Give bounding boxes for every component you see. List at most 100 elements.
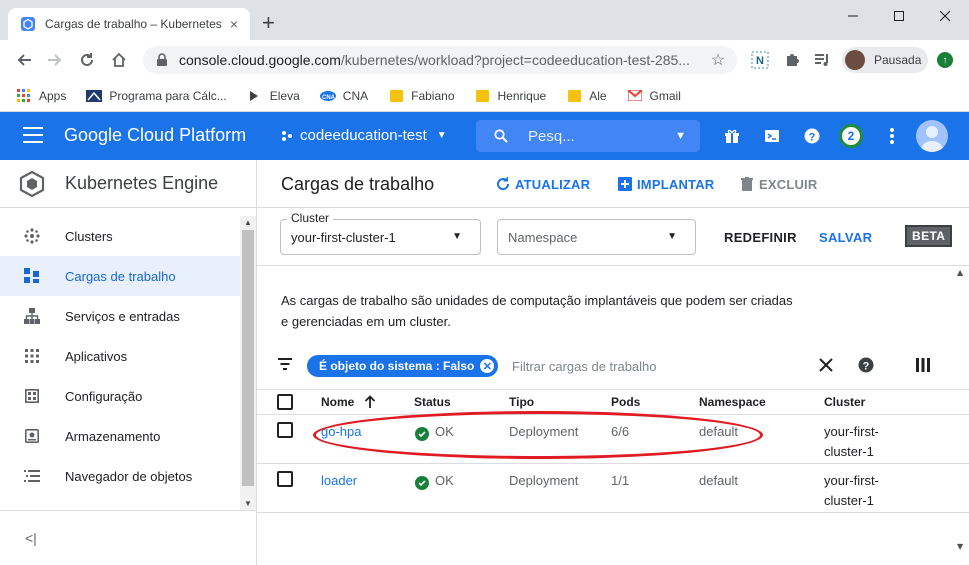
bookmark-gmail[interactable]: Gmail bbox=[627, 89, 681, 103]
scrollbar-thumb[interactable] bbox=[242, 230, 254, 486]
collapse-nav-button[interactable]: <| bbox=[0, 510, 256, 565]
forward-icon[interactable] bbox=[45, 50, 65, 70]
profile-button[interactable]: Pausada bbox=[842, 47, 928, 73]
storage-icon bbox=[24, 428, 40, 444]
row-checkbox[interactable] bbox=[277, 422, 293, 438]
sidebar-item-object-browser[interactable]: Navegador de objetos bbox=[0, 456, 240, 496]
status-cell: OK bbox=[415, 471, 454, 491]
deploy-label: IMPLANTAR bbox=[637, 176, 715, 192]
bookmark-cna[interactable]: CNA CNA bbox=[319, 89, 368, 103]
bookmark-label: Fabiano bbox=[411, 88, 455, 103]
folder-icon bbox=[388, 89, 404, 103]
browser-tab[interactable]: Cargas de trabalho – Kubernetes × bbox=[8, 8, 250, 40]
workload-name-link[interactable]: go-hpa bbox=[321, 422, 361, 442]
scroll-up-arrow-icon[interactable]: ▲ bbox=[244, 218, 252, 227]
cloud-shell-icon[interactable] bbox=[762, 126, 782, 146]
menu-hamburger-icon[interactable] bbox=[23, 127, 43, 145]
bookmark-ale[interactable]: Ale bbox=[566, 88, 607, 103]
bookmark-apps[interactable]: Apps bbox=[16, 88, 66, 103]
chip-close-icon[interactable]: ✕ bbox=[480, 359, 495, 373]
bookmark-fabiano[interactable]: Fabiano bbox=[388, 88, 455, 103]
sidebar-scrollbar[interactable]: ▲ ▼ bbox=[240, 216, 256, 510]
add-box-icon bbox=[617, 176, 633, 192]
sidebar-item-label: Aplicativos bbox=[65, 348, 128, 364]
extensions-puzzle-icon[interactable] bbox=[782, 50, 802, 70]
maximize-icon[interactable] bbox=[876, 0, 922, 32]
account-avatar[interactable] bbox=[916, 120, 948, 152]
reset-button[interactable]: REDEFINIR bbox=[724, 230, 797, 245]
sidebar-item-clusters[interactable]: Clusters bbox=[0, 216, 240, 256]
url-text: console.cloud.google.com/kubernetes/work… bbox=[179, 52, 707, 68]
cluster-select-value: your-first-cluster-1 bbox=[291, 229, 396, 245]
deploy-button[interactable]: IMPLANTAR bbox=[617, 176, 714, 192]
namespace-select[interactable]: Namespace ▼ bbox=[497, 219, 696, 255]
sidebar-item-label: Cargas de trabalho bbox=[65, 268, 176, 284]
gift-icon[interactable] bbox=[722, 126, 742, 146]
column-header-pods[interactable]: Pods bbox=[611, 395, 640, 409]
tab-close-icon[interactable]: × bbox=[226, 16, 242, 32]
close-window-icon[interactable] bbox=[922, 0, 968, 32]
sort-arrow-up-icon bbox=[364, 395, 375, 408]
platform-title[interactable]: Google Cloud Platform bbox=[64, 125, 246, 146]
main-scrollbar[interactable]: ▲ ▼ bbox=[953, 161, 969, 551]
sidebar-item-configuration[interactable]: Configuração bbox=[0, 376, 240, 416]
back-icon[interactable] bbox=[14, 50, 34, 70]
services-icon bbox=[24, 308, 40, 324]
bookmark-label: Programa para Cálc... bbox=[109, 88, 227, 103]
update-arrow-icon[interactable]: ↑ bbox=[937, 52, 953, 68]
notifications-badge[interactable]: 2 bbox=[839, 124, 863, 148]
reload-icon[interactable] bbox=[77, 50, 97, 70]
sidebar-item-workloads[interactable]: Cargas de trabalho bbox=[0, 256, 240, 296]
column-header-namespace[interactable]: Namespace bbox=[699, 395, 766, 409]
column-display-icon[interactable] bbox=[914, 356, 932, 374]
filters-row: your-first-cluster-1 ▼ Cluster Namespace… bbox=[257, 208, 969, 264]
sidebar-item-label: Configuração bbox=[65, 388, 143, 404]
filter-input[interactable]: Filtrar cargas de trabalho bbox=[512, 359, 657, 374]
extension-n-icon[interactable]: N bbox=[750, 50, 770, 70]
status-text: OK bbox=[435, 424, 454, 439]
refresh-button[interactable]: ATUALIZAR bbox=[495, 176, 590, 192]
sidebar-item-label: Serviços e entradas bbox=[65, 308, 180, 324]
search-placeholder: Pesq... bbox=[528, 127, 575, 145]
search-box[interactable]: Pesq... ▼ bbox=[476, 120, 700, 152]
eleva-icon bbox=[247, 89, 263, 103]
select-all-checkbox[interactable] bbox=[277, 394, 293, 410]
page-header: Cargas de trabalho ATUALIZAR IMPLANTAR E… bbox=[257, 160, 969, 208]
workload-name-link[interactable]: loader bbox=[321, 471, 357, 491]
row-checkbox[interactable] bbox=[277, 471, 293, 487]
delete-button[interactable]: EXCLUIR bbox=[739, 176, 817, 192]
column-header-status[interactable]: Status bbox=[414, 395, 451, 409]
column-header-type[interactable]: Tipo bbox=[509, 395, 534, 409]
bookmark-programa[interactable]: Programa para Cálc... bbox=[86, 88, 227, 103]
bookmark-star-icon[interactable]: ☆ bbox=[707, 50, 729, 70]
help-icon[interactable]: ? bbox=[802, 126, 822, 146]
media-control-icon[interactable] bbox=[812, 50, 832, 70]
bookmark-label: Gmail bbox=[649, 88, 681, 103]
minimize-icon[interactable] bbox=[830, 0, 876, 32]
calc-icon bbox=[86, 89, 103, 103]
svg-text:N: N bbox=[756, 55, 764, 67]
save-button[interactable]: SALVAR bbox=[819, 230, 872, 245]
project-selector[interactable]: codeeducation-test ▼ bbox=[281, 127, 447, 144]
column-header-cluster[interactable]: Cluster bbox=[824, 395, 865, 409]
refresh-icon bbox=[495, 176, 511, 192]
filter-list-icon[interactable] bbox=[277, 356, 293, 372]
bookmark-label: Ale bbox=[589, 88, 607, 103]
bookmark-henrique[interactable]: Henrique bbox=[475, 89, 546, 103]
sidebar-item-applications[interactable]: Aplicativos bbox=[0, 336, 240, 376]
help-icon[interactable]: ? bbox=[857, 356, 875, 374]
sidebar-item-storage[interactable]: Armazenamento bbox=[0, 416, 240, 456]
home-icon[interactable] bbox=[109, 50, 129, 70]
cluster-line: your-first- bbox=[824, 473, 879, 488]
address-bar[interactable]: console.cloud.google.com/kubernetes/work… bbox=[143, 46, 737, 74]
column-header-name[interactable]: Nome bbox=[321, 395, 376, 409]
clear-filter-icon[interactable] bbox=[817, 356, 835, 374]
scroll-down-arrow-icon[interactable]: ▼ bbox=[244, 499, 252, 508]
new-tab-button[interactable]: + bbox=[262, 12, 275, 34]
more-vert-icon[interactable] bbox=[882, 126, 902, 146]
system-object-filter-chip[interactable]: É objeto do sistema : Falso ✕ bbox=[307, 355, 499, 377]
sidebar-item-services[interactable]: Serviços e entradas bbox=[0, 296, 240, 336]
bookmark-eleva[interactable]: Eleva bbox=[247, 89, 300, 103]
bookmarks-bar: Apps Programa para Cálc... Eleva CNA CNA… bbox=[0, 80, 969, 112]
kubernetes-favicon-icon bbox=[21, 17, 35, 31]
